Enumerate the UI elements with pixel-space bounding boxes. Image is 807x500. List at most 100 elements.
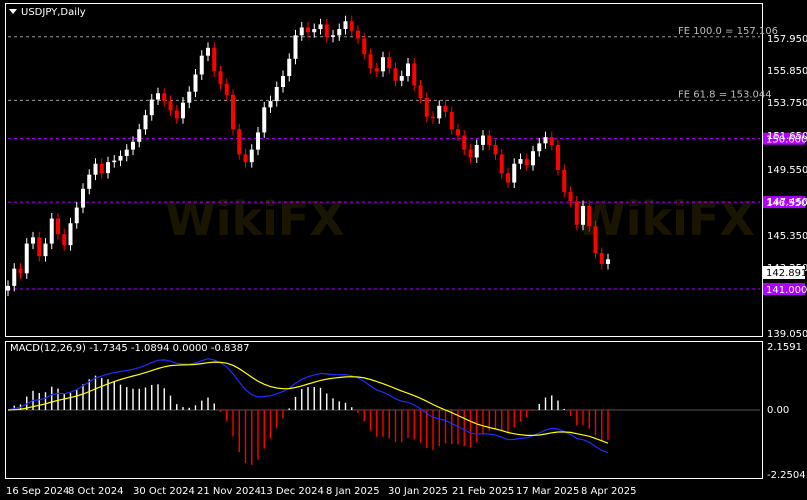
candle-body xyxy=(31,237,35,244)
candle-body xyxy=(218,71,223,84)
candles-layer xyxy=(6,15,610,297)
candle-body xyxy=(549,137,554,145)
trading-chart[interactable]: WikiFX WikiFX USDJPY,Daily FE 100.0 = 15… xyxy=(0,0,807,500)
candle-body xyxy=(387,57,392,69)
candle-body xyxy=(262,107,267,133)
candle-body xyxy=(543,137,548,144)
candle-body xyxy=(368,54,373,69)
date-label: 30 Oct 2024 xyxy=(133,486,195,497)
candle-body xyxy=(49,218,54,244)
candle-body xyxy=(212,47,217,72)
candle-body xyxy=(343,21,348,30)
macd-axis: 2.1591 0.00 -2.2504 xyxy=(767,342,806,481)
candle-body xyxy=(81,188,85,208)
candle-body xyxy=(143,115,148,130)
candle-body xyxy=(206,47,210,56)
candle-body xyxy=(162,93,167,102)
candle-body xyxy=(462,135,467,150)
price-axis-label: 157.950 xyxy=(767,34,807,45)
candle-body xyxy=(112,160,117,163)
date-label: 8 Jan 2025 xyxy=(326,486,380,497)
candle-body xyxy=(487,135,492,145)
candle-body xyxy=(268,101,273,108)
price-axis-label: 147.450 xyxy=(767,197,807,208)
candle-body xyxy=(568,191,573,202)
date-axis: 16 Sep 2024 8 Oct 2024 30 Oct 2024 21 No… xyxy=(6,486,636,497)
candle-body xyxy=(256,132,260,150)
candle-body xyxy=(399,76,404,81)
candle-body xyxy=(293,35,298,59)
candle-body xyxy=(331,35,335,37)
macd-layer xyxy=(7,358,760,465)
fib-level-label: FE 100.0 = 157.106 xyxy=(678,26,778,37)
candle-body xyxy=(224,83,229,95)
price-axis-label: 145.350 xyxy=(767,231,807,242)
candle-body xyxy=(393,68,398,81)
candle-body xyxy=(168,101,173,111)
candle-body xyxy=(281,76,285,87)
watermark-logo: WikiFX WikiFX xyxy=(165,192,755,246)
candle-body xyxy=(556,144,560,170)
candle-body xyxy=(437,105,442,119)
candle-body xyxy=(199,55,204,75)
candle-body xyxy=(412,63,417,86)
caret-down-icon[interactable] xyxy=(9,9,17,14)
candle-body xyxy=(174,110,179,119)
price-pane[interactable] xyxy=(5,3,763,337)
svg-text:WikiFX: WikiFX xyxy=(575,192,755,246)
candle-body xyxy=(237,129,242,155)
candle-body xyxy=(43,243,48,257)
candle-body xyxy=(93,163,98,175)
candle-body xyxy=(287,58,292,77)
candle-body xyxy=(418,85,423,98)
price-axis-label: 151.650 xyxy=(767,131,807,142)
current-price-value: 142.891 xyxy=(766,268,807,279)
chart-title: USDJPY,Daily xyxy=(21,7,86,18)
candle-body xyxy=(18,268,23,274)
price-axis-label: 139.050 xyxy=(767,329,807,340)
candle-body xyxy=(474,144,479,158)
candle-body xyxy=(574,201,579,225)
price-axis-label: 149.550 xyxy=(767,165,807,176)
candle-body xyxy=(37,237,42,257)
current-price-tag: 142.891 xyxy=(763,266,807,279)
candle-body xyxy=(443,105,448,113)
candle-body xyxy=(431,116,435,119)
date-label: 17 Mar 2025 xyxy=(516,486,579,497)
candle-body xyxy=(562,170,567,192)
candle-body xyxy=(362,38,367,55)
candle-body xyxy=(187,91,192,103)
date-label: 8 Oct 2024 xyxy=(68,486,123,497)
macd-label: MACD(12,26,9) -1.7345 -1.0894 0.0000 -0.… xyxy=(10,343,249,354)
candle-body xyxy=(524,159,529,166)
candle-body xyxy=(249,149,254,163)
candle-body xyxy=(449,112,454,130)
candle-body xyxy=(587,206,592,227)
candle-body xyxy=(312,29,317,33)
level-price-label: 141.000 xyxy=(766,285,807,296)
candle-body xyxy=(374,68,379,72)
candle-body xyxy=(74,207,79,224)
macd-axis-label: 0.00 xyxy=(767,405,789,416)
svg-text:WikiFX: WikiFX xyxy=(165,192,345,246)
candle-body xyxy=(68,223,73,246)
macd-axis-label: -2.2504 xyxy=(767,470,806,481)
candle-body xyxy=(62,234,67,246)
candle-body xyxy=(356,30,360,39)
candle-body xyxy=(493,144,498,155)
candle-body xyxy=(606,259,610,264)
candle-body xyxy=(531,151,535,166)
candle-body xyxy=(593,226,598,253)
candle-body xyxy=(318,24,323,30)
candle-body xyxy=(231,94,235,130)
date-label: 8 Apr 2025 xyxy=(581,486,636,497)
candle-body xyxy=(499,154,504,174)
candle-body xyxy=(56,218,60,235)
price-axis-label: 155.850 xyxy=(767,66,807,77)
candle-body xyxy=(131,141,135,150)
candle-body xyxy=(349,21,354,31)
macd-axis-label: 2.1591 xyxy=(767,342,802,353)
candle-body xyxy=(99,163,104,174)
fib-level-label: FE 61.8 = 153.044 xyxy=(678,89,772,100)
candle-body xyxy=(468,149,473,158)
